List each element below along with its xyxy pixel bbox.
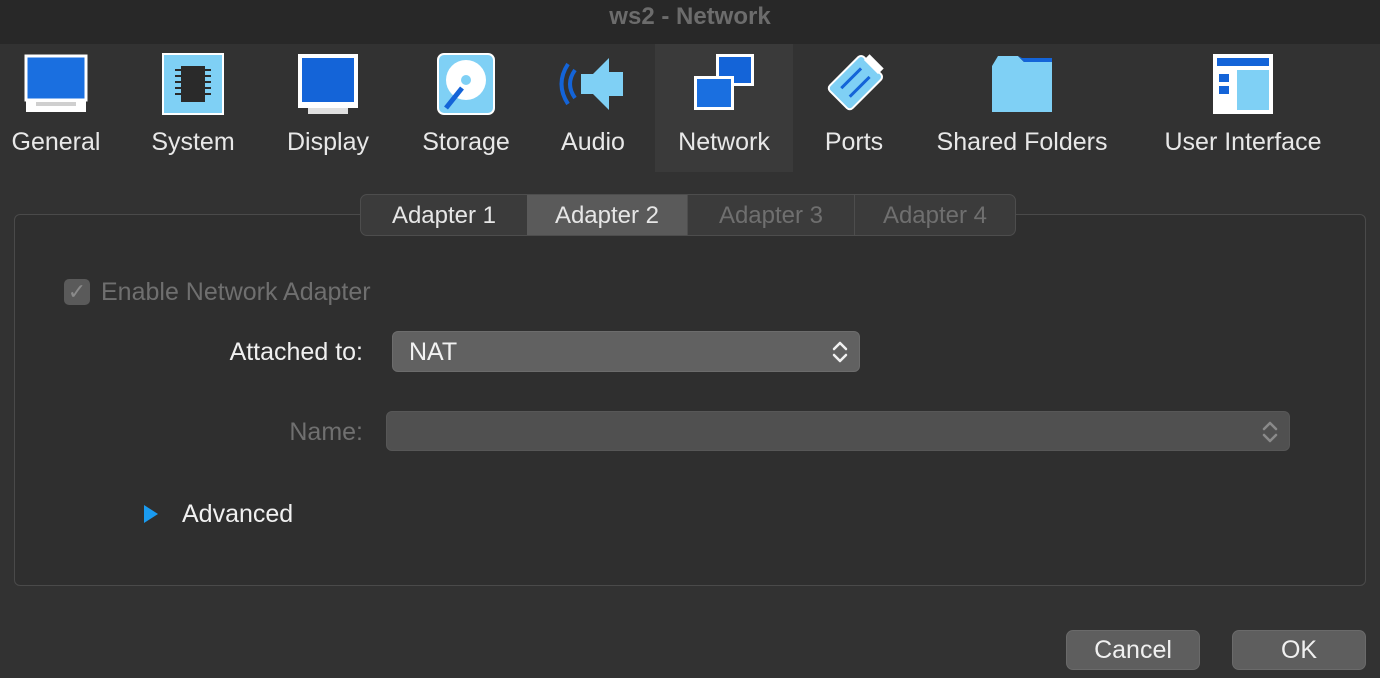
adapter-tabs: Adapter 1 Adapter 2 Adapter 3 Adapter 4 — [360, 194, 1016, 236]
toolbar-item-user-interface[interactable]: User Interface — [1150, 44, 1336, 172]
ports-icon — [827, 54, 884, 111]
toolbar-label-display: Display — [287, 128, 369, 156]
advanced-disclosure[interactable]: Advanced — [142, 498, 293, 530]
name-select — [386, 411, 1290, 451]
chevron-up-down-icon — [1262, 421, 1278, 443]
tab-adapter-1[interactable]: Adapter 1 — [361, 195, 527, 235]
toolbar-item-network[interactable]: Network — [655, 44, 793, 172]
attached-to-value: NAT — [409, 338, 458, 366]
enable-network-adapter-checkbox: ✓ — [64, 279, 90, 305]
tab-adapter-4: Adapter 4 — [854, 195, 1015, 235]
attached-to-select[interactable]: NAT — [392, 331, 860, 372]
toolbar-label-user-interface: User Interface — [1164, 128, 1322, 156]
tab-adapter-3: Adapter 3 — [687, 195, 854, 235]
toolbar-item-system[interactable]: System — [137, 44, 249, 172]
storage-disk-icon — [437, 53, 495, 115]
toolbar-label-audio: Audio — [561, 128, 625, 156]
network-icon — [694, 54, 754, 110]
system-chip-icon — [162, 53, 224, 115]
attached-to-label: Attached to: — [229, 338, 363, 366]
adapter-settings-panel — [14, 214, 1366, 586]
cancel-button[interactable]: Cancel — [1066, 630, 1200, 670]
toolbar-item-display[interactable]: Display — [272, 44, 384, 172]
chevron-up-down-icon — [832, 341, 848, 363]
window-title: ws2 - Network — [0, 0, 1380, 44]
name-label: Name: — [289, 418, 363, 446]
toolbar-item-ports[interactable]: Ports — [805, 44, 903, 172]
toolbar-label-network: Network — [678, 128, 770, 156]
enable-network-adapter-label: Enable Network Adapter — [101, 277, 371, 306]
toolbar-item-audio[interactable]: Audio — [545, 44, 641, 172]
toolbar-item-storage[interactable]: Storage — [410, 44, 522, 172]
enable-network-adapter-row: ✓ Enable Network Adapter — [64, 276, 371, 308]
audio-speaker-icon — [559, 58, 623, 110]
general-icon — [24, 54, 88, 112]
user-interface-icon — [1213, 54, 1273, 114]
ok-button[interactable]: OK — [1232, 630, 1366, 670]
display-monitor-icon — [298, 54, 358, 114]
advanced-label: Advanced — [182, 499, 294, 528]
toolbar-label-storage: Storage — [422, 128, 510, 156]
settings-toolbar: General System Display Storage Audio Net… — [0, 44, 1380, 172]
toolbar-label-shared-folders: Shared Folders — [936, 128, 1108, 156]
toolbar-item-general[interactable]: General — [0, 44, 112, 172]
toolbar-label-general: General — [11, 128, 101, 156]
tab-adapter-2[interactable]: Adapter 2 — [527, 195, 687, 235]
toolbar-item-shared-folders[interactable]: Shared Folders — [924, 44, 1120, 172]
toolbar-label-system: System — [151, 128, 235, 156]
toolbar-label-ports: Ports — [824, 128, 884, 156]
disclosure-triangle-icon[interactable] — [142, 503, 160, 525]
folder-icon — [992, 56, 1052, 112]
checkmark-icon: ✓ — [67, 279, 87, 304]
